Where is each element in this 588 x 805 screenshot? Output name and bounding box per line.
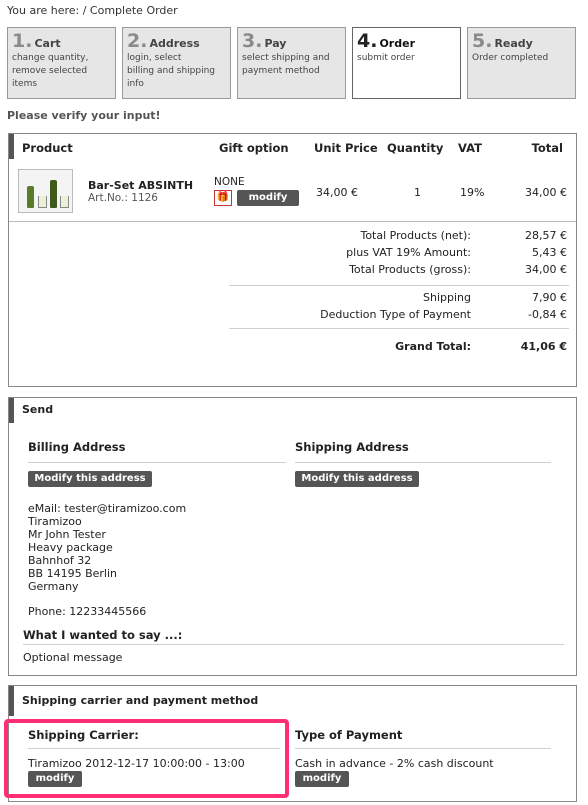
step-order: 4. Order submit order (352, 27, 461, 99)
step-ready: 5. Ready Order completed (467, 27, 576, 99)
grand-total-value: 41,06 € (520, 340, 567, 353)
step-description: Order completed (472, 53, 549, 63)
col-product: Product (22, 141, 73, 155)
divider (229, 285, 569, 286)
summary-label: Deduction Type of Payment (320, 308, 471, 321)
step-number: 2. (127, 30, 148, 52)
step-cart[interactable]: 1. Cart change quantity, remove selected it… (7, 27, 116, 99)
payment-value: Cash in advance - 2% cash discount (295, 757, 494, 770)
step-description: login, select billing and shipping info (127, 53, 216, 89)
step-description: submit order (357, 53, 415, 63)
step-number: 1. (12, 30, 33, 52)
breadcrumb: You are here: / Complete Order (7, 4, 178, 17)
unit-price: 34,00 € (316, 186, 358, 199)
divider (9, 221, 576, 222)
col-gift: Gift option (219, 141, 289, 155)
phone: Phone: 12233445566 (28, 605, 147, 618)
col-unit-price: Unit Price (314, 141, 378, 155)
message-title: What I wanted to say ...: (23, 628, 183, 642)
divider (23, 644, 564, 645)
order-table: Product Gift option Unit Price Quantity … (8, 133, 577, 387)
summary-label: plus VAT 19% Amount: (346, 246, 471, 259)
checkout-steps: 1. Cart change quantity, remove selected it… (7, 27, 577, 99)
step-title: Ready (494, 37, 533, 50)
product-thumbnail[interactable] (18, 169, 73, 213)
step-title: Order (379, 37, 415, 50)
section-title: Shipping carrier and payment method (9, 686, 576, 716)
step-number: 4. (357, 30, 378, 52)
step-pay[interactable]: 3. Pay select shipping and payment method (237, 27, 346, 99)
col-total: Total (531, 141, 563, 155)
divider (295, 462, 551, 463)
billing-address-block: eMail: tester@tiramizoo.com Tiramizoo Mr… (28, 502, 187, 593)
summary-label: Total Products (net): (360, 229, 471, 242)
quantity-value: 1 (414, 186, 421, 199)
billing-address-title: Billing Address (28, 440, 126, 454)
step-description: select shipping and payment method (242, 53, 330, 76)
section-title: Send (9, 398, 576, 423)
step-number: 5. (472, 30, 493, 52)
grand-total-label: Grand Total: (395, 340, 471, 353)
col-quantity: Quantity (387, 141, 444, 155)
header-accent (9, 134, 14, 159)
modify-gift-button[interactable]: modify (237, 190, 299, 206)
summary-value: 7,90 € (532, 291, 567, 304)
product-art-no: Art.No.: 1126 (88, 192, 158, 204)
vat-value: 19% (460, 186, 485, 199)
send-section: Send Billing Address Modify this address… (8, 397, 577, 676)
payment-title: Type of Payment (295, 728, 403, 742)
shipping-address-title: Shipping Address (295, 440, 409, 454)
summary-label: Shipping (423, 291, 471, 304)
modify-shipping-address-button[interactable]: Modify this address (295, 471, 419, 487)
step-title: Pay (264, 37, 287, 50)
gift-value: NONE (214, 176, 245, 188)
step-description: change quantity, remove selected items (12, 53, 89, 89)
modify-billing-address-button[interactable]: Modify this address (28, 471, 152, 487)
step-title: Address (149, 37, 200, 50)
divider (295, 748, 551, 749)
step-number: 3. (242, 30, 263, 52)
highlight-annotation (4, 719, 289, 798)
summary-value: 5,43 € (532, 246, 567, 259)
summary-label: Total Products (gross): (349, 263, 471, 276)
summary-value: -0,84 € (528, 308, 567, 321)
message-text: Optional message (23, 651, 123, 664)
summary-value: 34,00 € (525, 263, 567, 276)
step-title: Cart (34, 37, 61, 50)
divider (28, 462, 286, 463)
step-address[interactable]: 2. Address login, select billing and shipp… (122, 27, 231, 99)
modify-payment-button[interactable]: modify (295, 771, 349, 787)
gift-icon[interactable]: 🎁 (214, 190, 232, 206)
divider (229, 328, 569, 329)
product-name[interactable]: Bar-Set ABSINTH (88, 179, 193, 192)
item-total: 34,00 € (525, 186, 567, 199)
summary-value: 28,57 € (525, 229, 567, 242)
col-vat: VAT (458, 141, 482, 155)
verify-notice: Please verify your input! (7, 109, 161, 122)
